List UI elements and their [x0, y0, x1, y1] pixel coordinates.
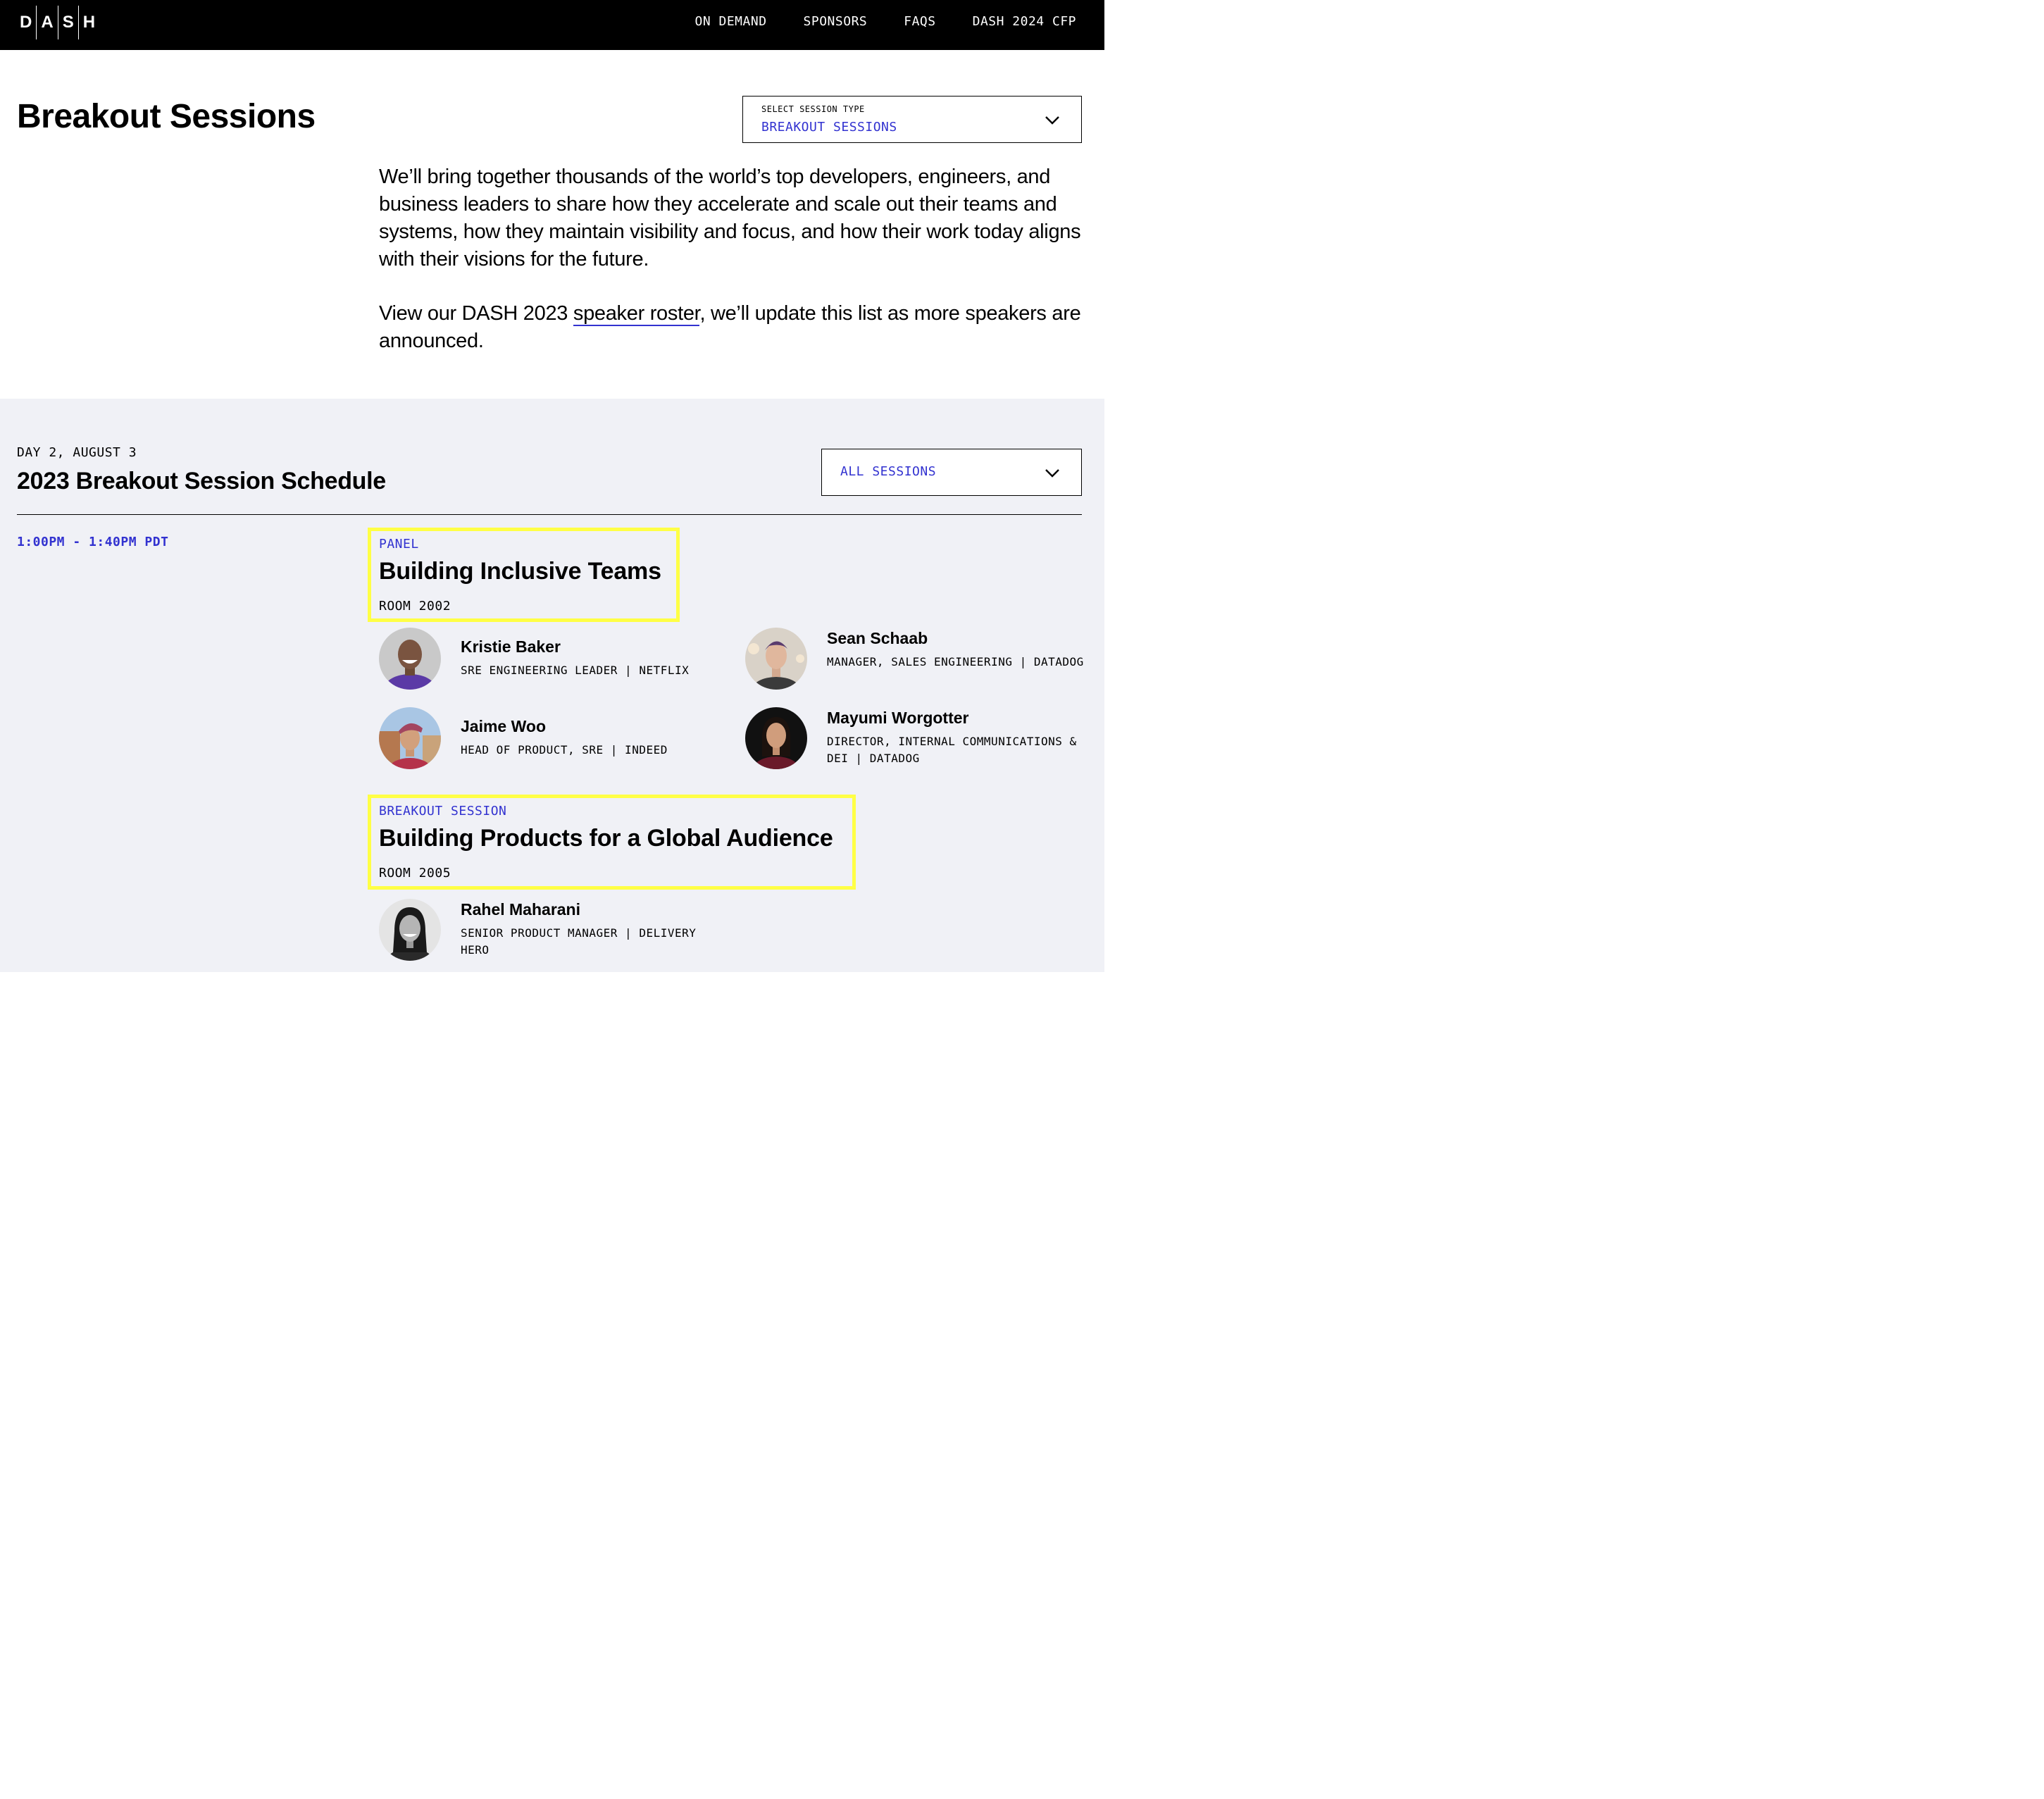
page-title: Breakout Sessions	[17, 98, 316, 135]
logo-letter: D	[20, 13, 32, 32]
session-type: PANEL	[379, 537, 419, 552]
speaker-role: MANAGER, SALES ENGINEERING | DATADOG	[827, 655, 1084, 668]
session-filter-select[interactable]: ALL SESSIONS	[821, 449, 1082, 496]
avatar	[379, 899, 441, 961]
chevron-down-icon	[1045, 469, 1059, 478]
nav-link-on-demand[interactable]: ON DEMAND	[695, 14, 767, 29]
roster-paragraph: View our DASH 2023 speaker roster, we’ll…	[379, 300, 1083, 355]
dash-logo[interactable]: D A S H	[15, 6, 99, 39]
avatar	[379, 628, 441, 690]
speaker-role: SRE ENGINEERING LEADER | NETFLIX	[461, 664, 690, 677]
session-room: ROOM 2002	[379, 599, 451, 614]
intro-text: We’ll bring together thousands of the wo…	[379, 163, 1083, 355]
chevron-down-icon	[1045, 116, 1059, 125]
select-value: ALL SESSIONS	[840, 464, 937, 479]
session-card[interactable]: BREAKOUT SESSION Building Products for a…	[368, 795, 856, 890]
session-title[interactable]: Building Products for a Global Audience	[379, 825, 833, 852]
top-nav: D A S H ON DEMAND SPONSORS FAQS DASH 202…	[0, 0, 1104, 50]
schedule-section: DAY 2, AUGUST 3 2023 Breakout Session Sc…	[0, 399, 1104, 972]
intro-paragraph: We’ll bring together thousands of the wo…	[379, 166, 1081, 270]
day-label: DAY 2, AUGUST 3	[17, 445, 137, 460]
session-room: ROOM 2005	[379, 866, 451, 880]
logo-letter: S	[62, 13, 74, 32]
roster-text-before: View our DASH 2023	[379, 302, 573, 325]
nav-link-sponsors[interactable]: SPONSORS	[804, 14, 868, 29]
avatar	[745, 707, 807, 769]
session-type: BREAKOUT SESSION	[379, 804, 507, 818]
schedule-title: 2023 Breakout Session Schedule	[17, 468, 386, 494]
speaker-role: SENIOR PRODUCT MANAGER | DELIVERY HERO	[461, 926, 697, 957]
divider	[17, 514, 1082, 515]
select-label: SELECT SESSION TYPE	[761, 104, 865, 114]
speaker-role: HEAD OF PRODUCT, SRE | INDEED	[461, 743, 668, 757]
select-value: BREAKOUT SESSIONS	[761, 120, 897, 135]
session-title[interactable]: Building Inclusive Teams	[379, 558, 661, 585]
avatar	[745, 628, 807, 690]
speaker-name: Sean Schaab	[827, 629, 928, 647]
speaker-name: Mayumi Worgotter	[827, 709, 969, 727]
speaker-name: Kristie Baker	[461, 637, 561, 656]
speaker-name: Rahel Maharani	[461, 900, 580, 919]
nav-link-cfp[interactable]: DASH 2024 CFP	[973, 14, 1076, 29]
speaker-role: DIRECTOR, INTERNAL COMMUNICATIONS & DEI …	[827, 735, 1077, 765]
speaker-name: Jaime Woo	[461, 717, 546, 735]
time-slot: 1:00PM - 1:40PM PDT	[17, 535, 169, 549]
nav-link-faqs[interactable]: FAQS	[904, 14, 935, 29]
speaker-roster-link[interactable]: speaker roster	[573, 302, 700, 326]
logo-letter: H	[82, 13, 96, 32]
session-type-select[interactable]: SELECT SESSION TYPE BREAKOUT SESSIONS	[742, 96, 1082, 143]
nav-links: ON DEMAND SPONSORS FAQS DASH 2024 CFP	[695, 0, 1077, 43]
avatar	[379, 707, 441, 769]
session-card[interactable]: PANEL Building Inclusive Teams ROOM 2002	[368, 528, 680, 622]
logo-letter: A	[41, 13, 54, 32]
